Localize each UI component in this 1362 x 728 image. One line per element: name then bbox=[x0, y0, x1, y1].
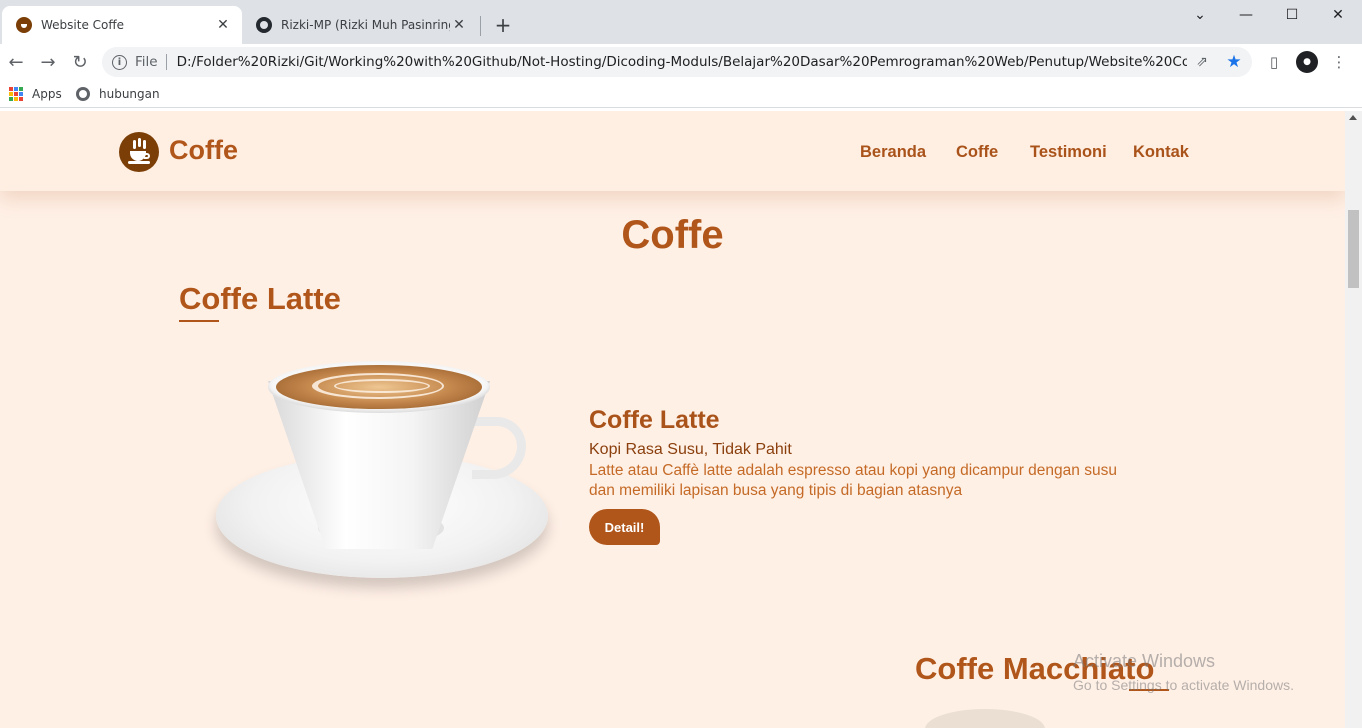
new-tab-button[interactable]: + bbox=[492, 13, 514, 37]
nav-link-beranda[interactable]: Beranda bbox=[860, 143, 926, 162]
steam-line bbox=[138, 138, 141, 147]
tab-title: Rizki-MP (Rizki Muh Pasinringi) bbox=[281, 18, 450, 32]
cup-handle bbox=[472, 417, 526, 479]
url-divider bbox=[165, 54, 167, 70]
bookmarks-bar: Apps hubungan bbox=[0, 80, 1362, 108]
browser-menu-icon[interactable]: ⋮ bbox=[1327, 50, 1351, 74]
apps-grid-dot bbox=[19, 87, 23, 91]
product-tagline: Kopi Rasa Susu, Tidak Pahit bbox=[589, 441, 792, 458]
url-scheme: File bbox=[135, 54, 158, 70]
brand-name[interactable]: Coffe bbox=[169, 135, 238, 166]
page-scrollbar[interactable] bbox=[1345, 111, 1362, 728]
detail-button[interactable]: Detail! bbox=[589, 509, 660, 545]
forward-button[interactable]: → bbox=[34, 48, 62, 76]
steam-line bbox=[133, 140, 136, 149]
latte-cup-image bbox=[214, 359, 550, 584]
apps-grid-dot bbox=[14, 97, 18, 101]
logo-cup-handle bbox=[144, 153, 150, 159]
bookmark-apps[interactable]: Apps bbox=[9, 85, 62, 103]
product-description: Latte atau Caffè latte adalah espresso a… bbox=[589, 462, 1117, 499]
scroll-up-arrow-icon[interactable] bbox=[1349, 115, 1357, 120]
maximize-button[interactable]: ☐ bbox=[1269, 0, 1315, 30]
tab-title: Website Coffe bbox=[41, 18, 125, 32]
bookmark-label: hubungan bbox=[99, 87, 160, 101]
activation-watermark-subtitle: Go to Settings to activate Windows. bbox=[1073, 677, 1294, 693]
tab-github-profile[interactable]: Rizki-MP (Rizki Muh Pasinringi) ✕ bbox=[242, 6, 478, 44]
site-info-icon[interactable]: i bbox=[112, 54, 127, 70]
bookmark-star-icon[interactable]: ★ bbox=[1226, 52, 1242, 72]
address-bar[interactable]: i File D:/Folder%20Rizki/Git/Working%20w… bbox=[102, 47, 1252, 77]
nav-link-kontak[interactable]: Kontak bbox=[1133, 143, 1189, 162]
coffee-favicon-icon bbox=[16, 17, 32, 33]
close-window-button[interactable]: ✕ bbox=[1315, 0, 1361, 30]
close-tab-icon[interactable]: ✕ bbox=[214, 16, 232, 34]
tab-website-coffe[interactable]: Website Coffe ✕ bbox=[2, 6, 242, 44]
activation-watermark-title: Activate Windows bbox=[1073, 651, 1216, 671]
site-navbar: Coffe Beranda Coffe Testimoni Kontak bbox=[0, 111, 1345, 191]
minimize-button[interactable]: — bbox=[1223, 0, 1269, 30]
tab-strip: Website Coffe ✕ Rizki-MP (Rizki Muh Pasi… bbox=[0, 0, 1362, 44]
bookmark-label: Apps bbox=[32, 87, 62, 101]
apps-grid-dot bbox=[19, 97, 23, 101]
apps-grid-dot bbox=[9, 97, 13, 101]
section-title: Coffe bbox=[621, 213, 724, 257]
tab-search-icon[interactable]: ⌄ bbox=[1177, 0, 1223, 30]
apps-grid-icon bbox=[9, 87, 23, 101]
apps-grid-dot bbox=[9, 92, 13, 96]
close-tab-icon[interactable]: ✕ bbox=[450, 16, 468, 34]
heading-underline bbox=[179, 320, 219, 322]
product-name: Coffe Latte bbox=[589, 406, 720, 434]
browser-toolbar: ← → ↻ i File D:/Folder%20Rizki/Git/Worki… bbox=[0, 44, 1362, 80]
coffee-cup-logo-icon[interactable] bbox=[119, 132, 159, 172]
url-text[interactable]: D:/Folder%20Rizki/Git/Working%20with%20G… bbox=[177, 54, 1187, 70]
apps-grid-dot bbox=[14, 87, 18, 91]
macchiato-image bbox=[925, 709, 1045, 728]
github-favicon-icon bbox=[256, 17, 272, 33]
nav-link-testimoni[interactable]: Testimoni bbox=[1030, 143, 1107, 162]
globe-icon bbox=[76, 87, 90, 101]
share-icon[interactable]: ⇗ bbox=[1194, 54, 1210, 70]
nav-link-coffe[interactable]: Coffe bbox=[956, 143, 998, 162]
bookmark-hubungan[interactable]: hubungan bbox=[76, 85, 160, 103]
latte-art bbox=[334, 379, 430, 393]
tab-separator bbox=[480, 16, 481, 36]
steam-line bbox=[143, 140, 146, 149]
reload-button[interactable]: ↻ bbox=[66, 48, 94, 76]
apps-grid-dot bbox=[14, 92, 18, 96]
side-panel-icon[interactable]: ▯ bbox=[1262, 50, 1286, 74]
latte-heading: Coffe Latte bbox=[179, 281, 341, 316]
apps-grid-dot bbox=[9, 87, 13, 91]
profile-avatar-icon: ● bbox=[1296, 51, 1318, 73]
logo-saucer bbox=[128, 161, 150, 164]
page-viewport: Coffe Beranda Coffe Testimoni Kontak Cof… bbox=[0, 111, 1345, 728]
profile-button[interactable]: ● bbox=[1295, 50, 1319, 74]
apps-grid-dot bbox=[19, 92, 23, 96]
scroll-thumb[interactable] bbox=[1348, 210, 1359, 288]
back-button[interactable]: ← bbox=[2, 48, 30, 76]
